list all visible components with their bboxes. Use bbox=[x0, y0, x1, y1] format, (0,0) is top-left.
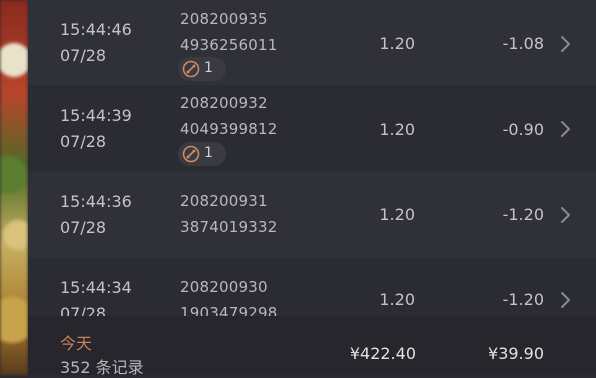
row-id-line1: 208200935 bbox=[180, 10, 268, 28]
row-date: 07/28 bbox=[60, 132, 107, 151]
row-time: 15:44:39 bbox=[60, 106, 132, 125]
row-time: 15:44:46 bbox=[60, 20, 132, 39]
row-id-line1: 208200931 bbox=[180, 192, 268, 210]
link-badge-icon bbox=[182, 60, 200, 78]
record-count: 352 条记录 bbox=[60, 358, 144, 377]
link-badge[interactable]: 1 bbox=[178, 142, 226, 166]
row-change: -1.20 bbox=[502, 290, 544, 309]
row-change: -1.20 bbox=[502, 205, 544, 224]
row-amount: 1.20 bbox=[379, 290, 415, 309]
table-row[interactable]: 15:44:39 07/28 208200932 4049399812 1 1.… bbox=[28, 86, 596, 171]
badge-count: 1 bbox=[204, 145, 213, 161]
row-date: 07/28 bbox=[60, 218, 107, 237]
row-id-line2: 3874019332 bbox=[180, 218, 278, 236]
row-amount: 1.20 bbox=[379, 120, 415, 139]
table-row[interactable]: 15:44:36 07/28 208200931 3874019332 1.20… bbox=[28, 172, 596, 257]
chevron-right-icon[interactable] bbox=[558, 119, 572, 139]
badge-count: 1 bbox=[204, 60, 213, 76]
chevron-right-icon[interactable] bbox=[558, 290, 572, 310]
row-id-line2: 4936256011 bbox=[180, 36, 278, 54]
total-amount: ¥422.40 bbox=[349, 344, 416, 363]
summary-footer: 今天 352 条记录 ¥422.40 ¥39.90 bbox=[28, 316, 596, 377]
row-id-line1: 208200930 bbox=[180, 278, 268, 296]
row-time: 15:44:36 bbox=[60, 192, 132, 211]
row-amount: 1.20 bbox=[379, 34, 415, 53]
transaction-list-panel: 15:44:46 07/28 208200935 4936256011 1 1.… bbox=[28, 0, 596, 377]
link-badge[interactable]: 1 bbox=[178, 57, 226, 81]
link-badge-icon bbox=[182, 145, 200, 163]
row-id-line2: 4049399812 bbox=[180, 120, 278, 138]
row-amount: 1.20 bbox=[379, 205, 415, 224]
row-change: -0.90 bbox=[502, 120, 544, 139]
row-id-line1: 208200932 bbox=[180, 94, 268, 112]
chevron-right-icon[interactable] bbox=[558, 34, 572, 54]
row-change: -1.08 bbox=[502, 34, 544, 53]
background-image-strip bbox=[0, 0, 28, 375]
table-row[interactable]: 15:44:46 07/28 208200935 4936256011 1 1.… bbox=[28, 0, 596, 85]
total-change: ¥39.90 bbox=[488, 344, 544, 363]
chevron-right-icon[interactable] bbox=[558, 205, 572, 225]
row-time: 15:44:34 bbox=[60, 278, 132, 297]
period-label: 今天 bbox=[60, 334, 93, 353]
row-date: 07/28 bbox=[60, 46, 107, 65]
